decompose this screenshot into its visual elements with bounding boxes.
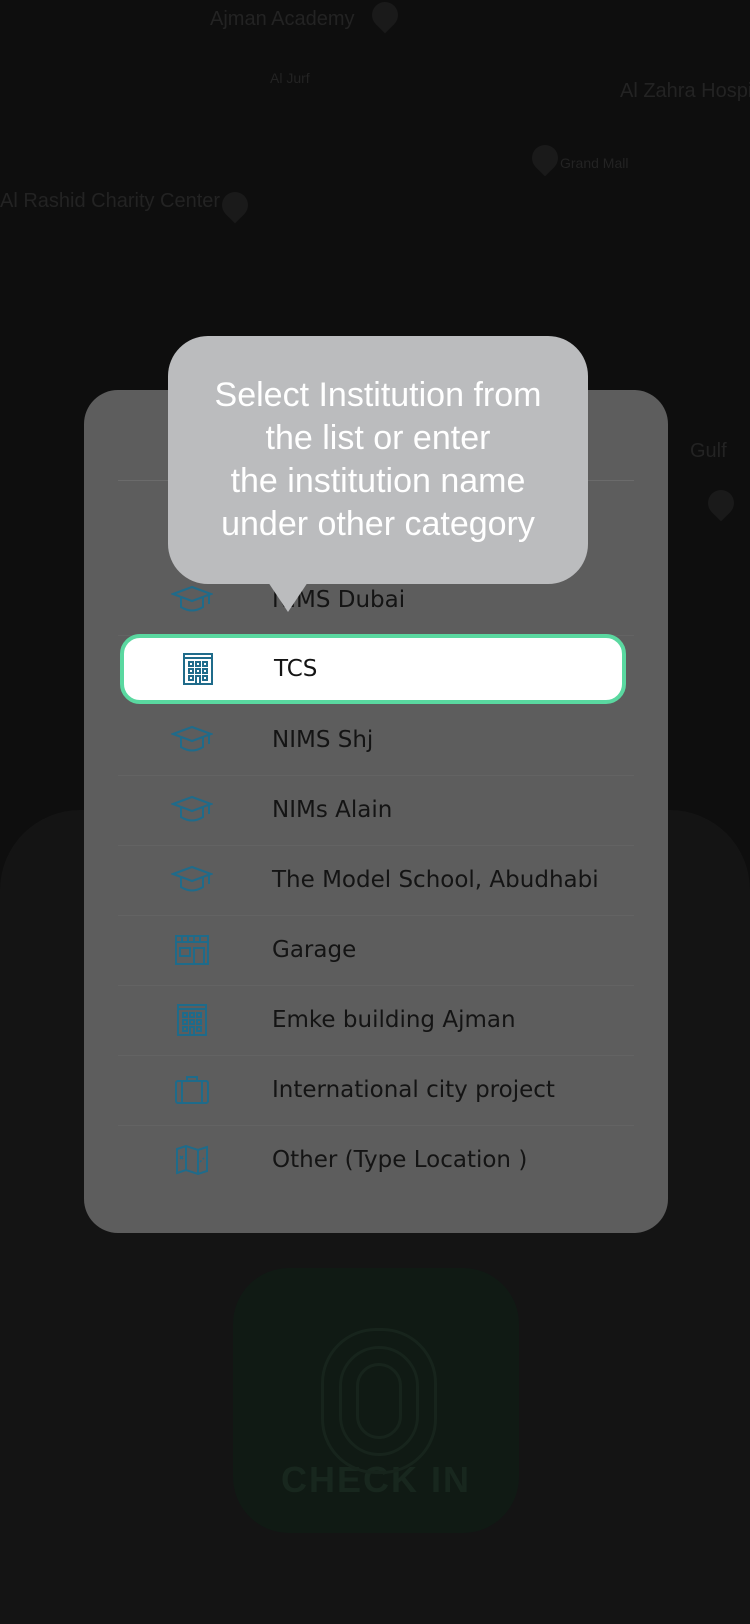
- map-pin-icon: [216, 186, 254, 224]
- graduation-cap-icon: [170, 792, 214, 828]
- check-in-button[interactable]: CHECK IN: [233, 1268, 519, 1533]
- institution-item-emke-building[interactable]: Emke building Ajman: [118, 985, 634, 1056]
- coach-mark-tooltip[interactable]: Select Institution from the list or ente…: [168, 336, 588, 584]
- map-pin-icon: [526, 139, 564, 177]
- graduation-cap-icon: [170, 582, 214, 618]
- office-building-icon: [176, 651, 220, 687]
- institution-label: The Model School, Abudhabi: [272, 867, 599, 893]
- map-label: Grand Mall: [560, 155, 629, 171]
- map-pin-icon: [366, 0, 404, 34]
- map-label: Gulf: [690, 440, 727, 462]
- tooltip-arrow: [268, 582, 308, 612]
- institution-label: Emke building Ajman: [272, 1007, 516, 1033]
- map-label: Al Zahra Hospital: [620, 80, 750, 102]
- map-icon: [170, 1142, 214, 1178]
- fingerprint-icon: [321, 1328, 437, 1474]
- graduation-cap-icon: [170, 722, 214, 758]
- office-building-icon: [170, 1002, 214, 1038]
- map-label: Al Rashid Charity Center: [0, 190, 221, 212]
- tooltip-text: Select Institution from the list or ente…: [214, 376, 542, 543]
- institution-label: NIMS Shj: [272, 727, 374, 753]
- map-pin-icon: [702, 484, 740, 522]
- institution-label: Garage: [272, 937, 357, 963]
- institution-item-garage[interactable]: Garage: [118, 915, 634, 986]
- institution-item-nims-alain[interactable]: NIMs Alain: [118, 775, 634, 846]
- briefcase-icon: [170, 1072, 214, 1108]
- institution-item-model-school[interactable]: The Model School, Abudhabi: [118, 845, 634, 916]
- map-label: Al Jurf: [270, 70, 310, 86]
- map-label: Ajman Academy: [210, 8, 355, 30]
- institution-label: TCS: [274, 656, 318, 682]
- institution-item-other[interactable]: Other (Type Location ): [118, 1125, 634, 1195]
- institution-item-international-city[interactable]: International city project: [118, 1055, 634, 1126]
- garage-icon: [170, 932, 214, 968]
- institution-item-nims-shj[interactable]: NIMS Shj: [118, 705, 634, 776]
- institution-label: International city project: [272, 1077, 555, 1103]
- graduation-cap-icon: [170, 862, 214, 898]
- institution-item-tcs[interactable]: TCS: [120, 634, 626, 704]
- institution-label: NIMs Alain: [272, 797, 393, 823]
- institution-label: Other (Type Location ): [272, 1147, 528, 1173]
